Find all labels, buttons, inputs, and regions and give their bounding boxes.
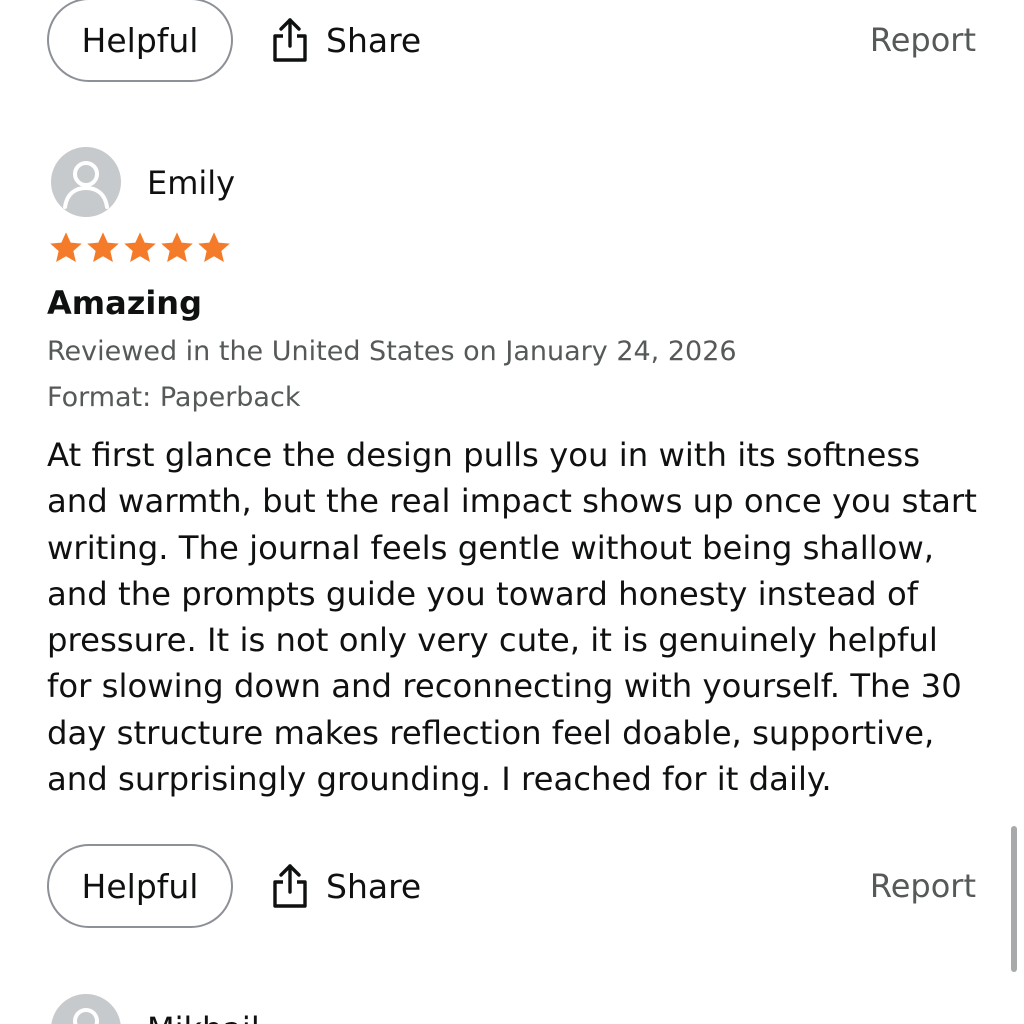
next-reviewer-name[interactable]: Mikhail [147, 1010, 260, 1024]
share-icon [273, 864, 307, 908]
person-icon [63, 161, 109, 209]
review-page: Helpful Share Report Emily Amazing Revie… [0, 0, 1024, 1024]
report-label: Report [869, 867, 976, 905]
report-link[interactable]: Report [870, 0, 976, 82]
review-format: Format: Paperback [47, 382, 301, 413]
next-avatar [51, 994, 121, 1024]
review-title[interactable]: Amazing [47, 284, 202, 322]
star-icon [50, 232, 82, 262]
share-label: Share [326, 20, 422, 60]
report-link[interactable]: Report [870, 844, 976, 928]
review-actions-bottom: Helpful Share Report [0, 844, 1024, 934]
report-label: Report [869, 21, 976, 59]
star-icon [161, 232, 193, 262]
share-label: Share [326, 866, 422, 906]
review-body: At first glance the design pulls you in … [47, 436, 977, 799]
helpful-label: Helpful [81, 20, 199, 60]
helpful-button[interactable]: Helpful [47, 844, 233, 928]
avatar [51, 147, 121, 217]
person-icon [73, 1008, 99, 1024]
scrollbar[interactable] [1011, 826, 1017, 972]
review-date: Reviewed in the United States on January… [47, 336, 737, 367]
star-icon [87, 232, 119, 262]
share-button[interactable]: Share [270, 844, 421, 928]
star-icon [198, 232, 230, 262]
share-icon [273, 18, 307, 62]
reviewer-name[interactable]: Emily [147, 164, 235, 202]
helpful-button[interactable]: Helpful [47, 0, 233, 82]
review-actions-top: Helpful Share Report [0, 0, 1024, 88]
star-rating [48, 230, 232, 266]
share-button[interactable]: Share [270, 0, 421, 82]
star-icon [124, 232, 156, 262]
helpful-label: Helpful [81, 866, 199, 906]
